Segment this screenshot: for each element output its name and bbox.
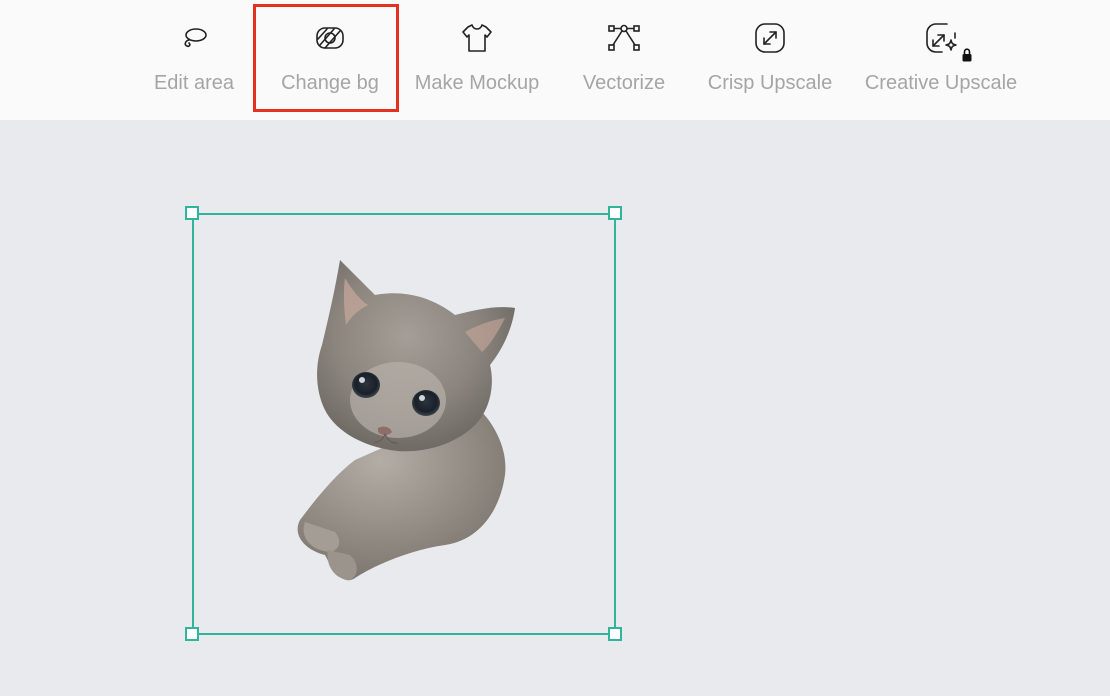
change-bg-button[interactable]: Change bg [270, 0, 390, 120]
make-mockup-button[interactable]: Make Mockup [408, 0, 546, 120]
resize-handle-top-right[interactable] [608, 206, 622, 220]
change-background-icon [312, 20, 348, 56]
crisp-upscale-button[interactable]: Crisp Upscale [700, 0, 840, 120]
creative-upscale-label: Creative Upscale [864, 72, 1018, 94]
edit-area-button[interactable]: Edit area [148, 0, 240, 120]
kitten-image[interactable] [280, 250, 530, 590]
crisp-upscale-label: Crisp Upscale [707, 72, 833, 94]
vectorize-button[interactable]: Vectorize [574, 0, 674, 120]
vector-path-icon [606, 20, 642, 56]
make-mockup-label: Make Mockup [414, 72, 540, 94]
top-toolbar: Edit area Change bg Make Mockup Vectoriz… [0, 0, 1110, 120]
change-bg-label: Change bg [281, 72, 379, 94]
resize-handle-top-left[interactable] [185, 206, 199, 220]
tshirt-icon [459, 20, 495, 56]
creative-upscale-button[interactable]: Creative Upscale [856, 0, 1026, 120]
resize-handle-bottom-left[interactable] [185, 627, 199, 641]
lock-icon [962, 48, 972, 62]
edit-area-label: Edit area [153, 72, 235, 94]
expand-arrows-icon [752, 20, 788, 56]
expand-sparkle-icon [923, 20, 959, 56]
lasso-icon [176, 20, 212, 56]
resize-handle-bottom-right[interactable] [608, 627, 622, 641]
vectorize-label: Vectorize [582, 72, 666, 94]
